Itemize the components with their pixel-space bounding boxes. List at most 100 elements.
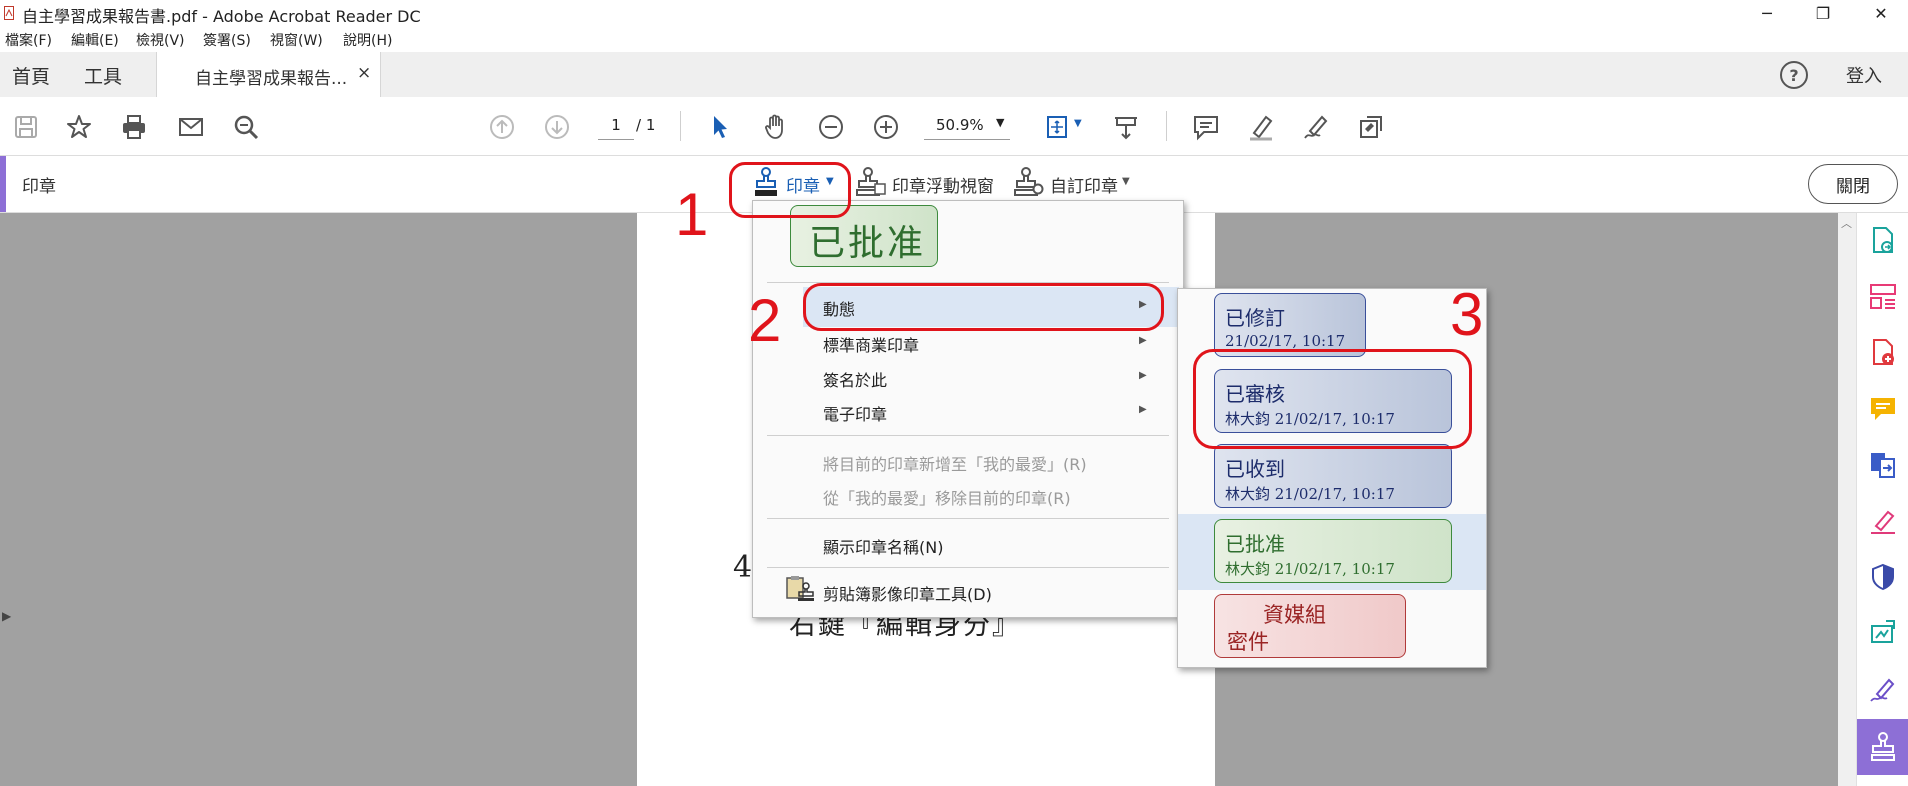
custom-stamp-button[interactable]: 自訂印章 ▼ xyxy=(1014,164,1134,202)
tab-home[interactable]: 首頁 xyxy=(12,62,50,89)
zoom-out-icon[interactable] xyxy=(815,111,847,143)
comment-icon[interactable] xyxy=(1190,111,1222,143)
stamp-accent-bar xyxy=(0,156,6,212)
menu-file[interactable]: 檔案(F) xyxy=(5,30,52,50)
stamp-floating-label: 印章浮動視窗 xyxy=(892,177,994,197)
submenu-arrow-icon: ▶ xyxy=(1139,335,1147,346)
stamp-tool-title: 印章 xyxy=(22,177,56,197)
left-panel-expand-icon[interactable]: ▶ xyxy=(2,609,11,623)
fit-dropdown-icon[interactable]: ▼ xyxy=(1074,118,1082,129)
prev-page-icon[interactable] xyxy=(486,111,518,143)
menu-item-show-stamp-names[interactable]: 顯示印章名稱(N) xyxy=(823,534,943,558)
vertical-scrollbar[interactable]: ︿ xyxy=(1838,213,1856,786)
annotation-box-2 xyxy=(803,283,1164,331)
menu-item-electronic-stamp-label: 電子印章 xyxy=(823,405,888,424)
page-total: / 1 xyxy=(636,116,656,134)
menu-separator xyxy=(767,567,1169,568)
send-for-signature-icon[interactable] xyxy=(1865,615,1901,651)
menu-item-sign-here[interactable]: 簽名於此 ▶ xyxy=(803,361,1179,395)
select-arrow-icon[interactable] xyxy=(704,111,736,143)
stamp-confidential[interactable]: 資媒組 密件 xyxy=(1214,594,1406,658)
fill-sign-icon[interactable] xyxy=(1865,503,1901,539)
stamp-edit-icon[interactable] xyxy=(1355,111,1387,143)
stamp-received-detail: 林大鈞 21/02/17, 10:17 xyxy=(1225,485,1395,503)
menu-sign[interactable]: 簽署(S) xyxy=(203,30,251,50)
menu-item-add-favorite: 將目前的印章新增至「我的最愛」(R) xyxy=(823,455,1087,474)
annotation-box-3 xyxy=(1193,349,1472,449)
tab-document-label: 自主學習成果報告... xyxy=(195,69,348,89)
organize-pages-icon[interactable] xyxy=(1865,279,1901,315)
stamp-dropdown-menu: 已批准 動態 ▶ 標準商業印章 ▶ 簽名於此 ▶ 電子印章 ▶ 將目前的印章新增… xyxy=(752,200,1184,618)
export-pdf-icon[interactable] xyxy=(1865,223,1901,259)
save-icon[interactable] xyxy=(10,111,42,143)
submenu-arrow-icon: ▶ xyxy=(1139,370,1147,381)
signature-icon[interactable] xyxy=(1865,671,1901,707)
stamp-revised-title: 已修訂 xyxy=(1225,306,1285,330)
menu-item-standard-business-label: 標準商業印章 xyxy=(823,336,920,355)
stamp-confidential-detail: 密件 xyxy=(1227,630,1269,654)
window-title: 自主學習成果報告書.pdf - Adobe Acrobat Reader DC xyxy=(22,7,421,26)
minimize-button[interactable]: ─ xyxy=(1744,0,1790,26)
menu-item-sign-here-label: 簽名於此 xyxy=(823,371,888,390)
combine-files-icon[interactable] xyxy=(1865,447,1901,483)
mail-icon[interactable] xyxy=(175,111,207,143)
stamp-approved-detail: 林大鈞 21/02/17, 10:17 xyxy=(1225,560,1395,578)
create-pdf-icon[interactable] xyxy=(1865,335,1901,371)
hand-icon[interactable] xyxy=(759,111,791,143)
stamp-tool-icon xyxy=(1871,732,1895,761)
close-stamp-tool-button[interactable]: 關閉 xyxy=(1808,164,1898,204)
stamp-revised[interactable]: 已修訂 21/02/17, 10:17 xyxy=(1214,293,1366,357)
menu-item-electronic-stamp[interactable]: 電子印章 ▶ xyxy=(803,395,1179,429)
highlight-icon[interactable] xyxy=(1245,111,1277,143)
protect-icon[interactable] xyxy=(1865,559,1901,595)
scroll-up-icon[interactable]: ︿ xyxy=(1841,215,1852,231)
comment-panel-icon[interactable] xyxy=(1865,391,1901,427)
clipboard-stamp-icon xyxy=(786,576,814,601)
signin-link[interactable]: 登入 xyxy=(1846,62,1882,88)
annotation-number-3: 3 xyxy=(1450,281,1484,348)
search-icon[interactable] xyxy=(230,111,262,143)
stamp-approved[interactable]: 已批准 林大鈞 21/02/17, 10:17 xyxy=(1214,519,1452,583)
stamp-received-title: 已收到 xyxy=(1225,457,1285,481)
print-icon[interactable] xyxy=(118,111,150,143)
scroll-icon[interactable] xyxy=(1110,111,1142,143)
stamp-tool-active[interactable] xyxy=(1857,719,1908,775)
zoom-in-icon[interactable] xyxy=(870,111,902,143)
right-tools-panel xyxy=(1856,213,1908,786)
chevron-down-icon: ▼ xyxy=(996,116,1005,129)
stamp-floating-icon xyxy=(856,167,886,196)
custom-stamp-icon xyxy=(1014,167,1044,196)
menu-view[interactable]: 檢視(V) xyxy=(136,30,185,50)
restore-button[interactable]: ❐ xyxy=(1800,0,1846,26)
tab-document[interactable]: 自主學習成果報告... × xyxy=(156,52,381,98)
menu-item-standard-business[interactable]: 標準商業印章 ▶ xyxy=(803,327,1179,361)
menu-edit[interactable]: 編輯(E) xyxy=(71,30,119,50)
stamp-approved-row[interactable]: 已批准 林大鈞 21/02/17, 10:17 xyxy=(1178,514,1486,590)
menu-item-remove-favorite: 從「我的最愛」移除目前的印章(R) xyxy=(823,489,1071,508)
stamp-floating-window-button[interactable]: 印章浮動視窗 xyxy=(856,164,996,202)
tab-tools[interactable]: 工具 xyxy=(84,62,122,89)
menu-separator xyxy=(767,518,1169,519)
recent-stamp-label: 已批准 xyxy=(809,223,927,264)
window-close-button[interactable]: ✕ xyxy=(1858,0,1904,26)
menu-bar: 檔案(F) 編輯(E) 檢視(V) 簽署(S) 視窗(W) 說明(H) xyxy=(0,26,1908,52)
fit-icon[interactable] xyxy=(1042,111,1074,143)
toolbar: 1 / 1 50.9% ▼ ▼ xyxy=(0,97,1908,156)
help-icon[interactable]: ? xyxy=(1780,61,1808,89)
stamp-received[interactable]: 已收到 林大鈞 21/02/17, 10:17 xyxy=(1214,444,1452,508)
menu-help[interactable]: 說明(H) xyxy=(343,30,392,50)
zoom-select[interactable]: 50.9% ▼ xyxy=(924,111,1010,140)
chevron-down-icon: ▼ xyxy=(1122,176,1130,187)
next-page-icon[interactable] xyxy=(541,111,573,143)
menu-window[interactable]: 視窗(W) xyxy=(270,30,323,50)
annotation-box-1 xyxy=(729,162,851,218)
toolbar-divider xyxy=(1166,111,1167,141)
annotation-number-2: 2 xyxy=(748,287,782,354)
stamp-approved-title: 已批准 xyxy=(1225,532,1285,556)
sign-icon[interactable] xyxy=(1300,111,1332,143)
menu-item-clipboard-stamp[interactable]: 剪貼簿影像印章工具(D) xyxy=(823,581,992,605)
tab-close-button[interactable]: × xyxy=(357,63,371,83)
document-text-number: 4 xyxy=(733,550,753,585)
star-icon[interactable] xyxy=(63,111,95,143)
page-number-input[interactable]: 1 xyxy=(598,111,634,140)
